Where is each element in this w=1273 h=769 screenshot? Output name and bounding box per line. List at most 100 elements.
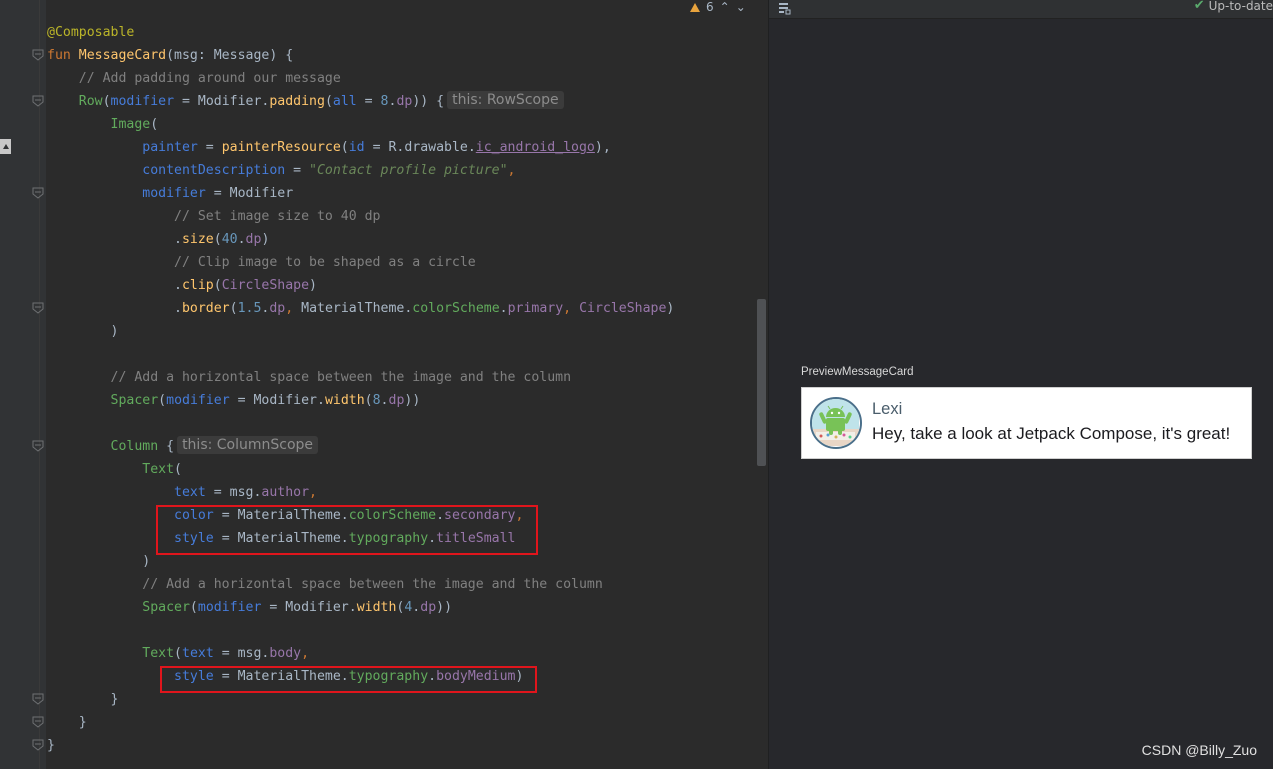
code-line[interactable]: // Add a horizontal space between the im… xyxy=(47,366,572,389)
inspection-widget[interactable]: 6 ⌃ ⌄ xyxy=(690,0,746,14)
code-token: ) xyxy=(261,232,270,247)
code-token: // Add a horizontal space between the im… xyxy=(110,370,572,385)
code-line[interactable]: Text( xyxy=(47,458,182,481)
code-token: 40 xyxy=(221,232,238,247)
code-token: fun xyxy=(47,48,79,63)
fold-marker-icon[interactable] xyxy=(32,95,44,107)
code-token: 8 xyxy=(380,94,389,109)
code-token: dp xyxy=(269,301,286,316)
editor-gutter xyxy=(0,0,46,769)
code-line[interactable]: .size(40.dp) xyxy=(47,228,269,251)
code-token: )) xyxy=(436,600,453,615)
code-token: body xyxy=(269,646,302,661)
code-token: size xyxy=(181,232,214,247)
preview-gutter-icon[interactable] xyxy=(0,139,11,154)
code-line[interactable]: .clip(CircleShape) xyxy=(47,274,317,297)
fold-marker-icon[interactable] xyxy=(32,187,44,199)
code-token: ) xyxy=(666,301,675,316)
fold-marker-icon[interactable] xyxy=(32,716,44,728)
code-line[interactable]: fun MessageCard(msg: Message) { xyxy=(47,44,293,67)
warning-icon xyxy=(690,2,700,12)
code-line[interactable]: Text(text = msg.body, xyxy=(47,642,309,665)
code-token: ( xyxy=(340,140,349,155)
code-line[interactable]: Spacer(modifier = Modifier.width(4.dp)) xyxy=(47,596,452,619)
code-token: } xyxy=(47,715,87,730)
code-token: @Composable xyxy=(47,25,135,40)
code-token: dp xyxy=(388,393,405,408)
code-line[interactable]: Image( xyxy=(47,113,159,136)
code-token: , xyxy=(563,301,580,316)
code-token: = Modifier. xyxy=(174,94,270,109)
code-line[interactable]: ) xyxy=(47,550,150,573)
code-token: . xyxy=(380,393,389,408)
editor-scrollbar[interactable] xyxy=(757,299,766,466)
code-token: = msg. xyxy=(213,646,270,661)
code-line[interactable]: // Set image size to 40 dp xyxy=(47,205,380,228)
chevron-up-icon[interactable]: ⌃ xyxy=(720,0,730,14)
code-line[interactable]: .border(1.5.dp, MaterialTheme.colorSchem… xyxy=(47,297,674,320)
code-token: ( xyxy=(158,393,167,408)
code-line[interactable]: Spacer(modifier = Modifier.width(8.dp)) xyxy=(47,389,421,412)
code-token: width xyxy=(356,600,397,615)
code-token: ( xyxy=(213,278,222,293)
code-line[interactable]: modifier = Modifier xyxy=(47,182,293,205)
code-token: ( xyxy=(364,393,373,408)
code-token: text xyxy=(174,485,206,500)
code-line[interactable]: @Composable xyxy=(47,21,134,44)
code-token: ( xyxy=(174,646,182,661)
code-line[interactable]: } xyxy=(47,711,87,734)
code-token: , xyxy=(507,163,516,178)
message-author: Lexi xyxy=(872,400,903,418)
build-status: ✔ Up-to-date xyxy=(1194,0,1273,13)
code-token: clip xyxy=(181,278,214,293)
fold-marker-icon[interactable] xyxy=(32,693,44,705)
chevron-down-icon[interactable]: ⌄ xyxy=(736,0,746,14)
code-line[interactable]: text = msg.author, xyxy=(47,481,317,504)
fold-marker-icon[interactable] xyxy=(32,440,44,452)
code-line[interactable]: contentDescription = "Contact profile pi… xyxy=(47,159,515,182)
code-token: // Add padding around our message xyxy=(78,71,341,86)
code-token: ( xyxy=(174,462,182,477)
layers-icon[interactable] xyxy=(778,0,791,15)
code-line[interactable]: // Add padding around our message xyxy=(47,67,341,90)
code-line[interactable]: ) xyxy=(47,320,119,343)
code-token: } xyxy=(47,692,119,707)
code-token: . xyxy=(237,232,246,247)
highlight-box-color-style xyxy=(156,505,538,555)
code-token: dp xyxy=(396,94,413,109)
code-token: CircleShape xyxy=(579,301,667,316)
code-token: , xyxy=(301,646,310,661)
code-line[interactable]: // Clip image to be shaped as a circle xyxy=(47,251,476,274)
code-token: = Modifier. xyxy=(261,600,357,615)
code-line[interactable]: Column {this: ColumnScope xyxy=(47,435,319,458)
code-line[interactable]: } xyxy=(47,734,55,757)
code-line[interactable]: } xyxy=(47,688,119,711)
code-token: ) xyxy=(309,278,317,293)
code-line[interactable]: // Add a horizontal space between the im… xyxy=(47,573,603,596)
code-token: ( xyxy=(213,232,222,247)
code-line[interactable]: painter = painterResource(id = R.drawabl… xyxy=(47,136,610,159)
code-editor[interactable]: @Composable fun MessageCard(msg: Message)… xyxy=(0,0,768,769)
code-token: . xyxy=(47,301,182,316)
message-card-preview[interactable]: Lexi Hey, take a look at Jetpack Compose… xyxy=(801,387,1252,459)
code-token: , xyxy=(309,485,317,500)
code-token: "Contact profile picture" xyxy=(309,163,508,178)
code-token: )) xyxy=(404,393,421,408)
fold-marker-icon[interactable] xyxy=(32,49,44,61)
code-token: modifier xyxy=(110,94,175,109)
fold-marker-icon[interactable] xyxy=(32,739,44,751)
code-token: = Modifier. xyxy=(229,393,325,408)
code-token: all xyxy=(332,94,357,109)
fold-marker-icon[interactable] xyxy=(32,302,44,314)
code-token: ( xyxy=(150,117,159,132)
code-line[interactable]: Row(modifier = Modifier.padding(all = 8.… xyxy=(47,90,564,113)
